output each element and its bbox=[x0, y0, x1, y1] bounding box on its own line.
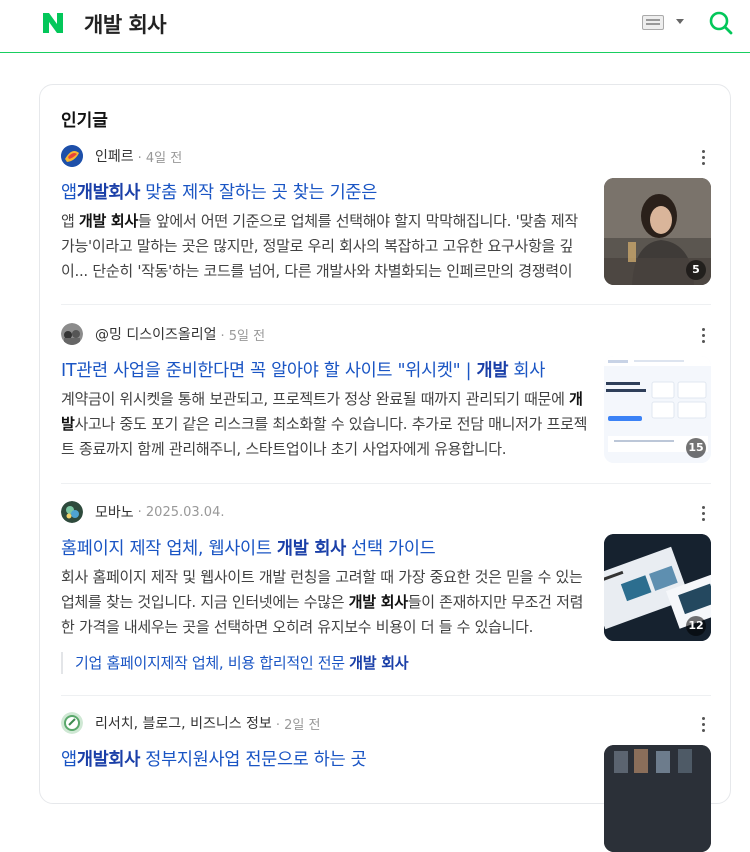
search-icon[interactable] bbox=[707, 9, 735, 37]
search-header: 개발 회사 bbox=[0, 0, 750, 53]
post-source[interactable]: @밍 디스이즈올리얼 · 5일 전 bbox=[61, 323, 265, 345]
post-time: · 5일 전 bbox=[220, 328, 266, 344]
post-source[interactable]: 리서치, 블로그, 비즈니스 정보 · 2일 전 bbox=[61, 712, 320, 734]
related-post-link[interactable]: 기업 홈페이지제작 업체, 비용 합리적인 전문 개발 회사 bbox=[61, 652, 409, 674]
image-count-badge: 5 bbox=[686, 260, 706, 280]
post-time: · 2025.03.04. bbox=[137, 504, 225, 520]
avatar[interactable] bbox=[61, 712, 83, 734]
post-title[interactable]: 앱개발회사 맞춤 제작 잘하는 곳 찾는 기준은 bbox=[61, 179, 591, 204]
post-item[interactable]: @밍 디스이즈올리얼 · 5일 전 IT관련 사업을 준비한다면 꼭 알아야 할… bbox=[61, 323, 711, 473]
more-options-icon[interactable] bbox=[695, 147, 711, 167]
source-name[interactable]: @밍 디스이즈올리얼 bbox=[95, 324, 217, 344]
post-item[interactable]: 리서치, 블로그, 비즈니스 정보 · 2일 전 앱개발회사 정부지원사업 전문… bbox=[61, 712, 711, 852]
search-query-text[interactable]: 개발 회사 bbox=[84, 9, 167, 39]
post-item[interactable]: 모바노 · 2025.03.04. 홈페이지 제작 업체, 웹사이트 개발 회사… bbox=[61, 501, 711, 681]
chevron-down-icon[interactable] bbox=[676, 19, 684, 24]
post-title[interactable]: 앱개발회사 정부지원사업 전문으로 하는 곳 bbox=[61, 746, 591, 771]
post-item[interactable]: 인페르 · 4일 전 앱개발회사 맞춤 제작 잘하는 곳 찾는 기준은 앱 개발… bbox=[61, 145, 711, 295]
source-name[interactable]: 모바노 bbox=[95, 502, 134, 522]
divider bbox=[61, 483, 711, 484]
post-description[interactable]: 앱 개발 회사들 앞에서 어떤 기준으로 업체를 선택해야 할지 막막해집니다.… bbox=[61, 209, 589, 284]
post-time: · 2일 전 bbox=[275, 717, 321, 733]
source-name[interactable]: 리서치, 블로그, 비즈니스 정보 bbox=[95, 713, 272, 733]
image-count-badge: 15 bbox=[686, 438, 706, 458]
post-title[interactable]: IT관련 사업을 준비한다면 꼭 알아야 할 사이트 "위시켓" | 개발 회사 bbox=[61, 357, 591, 382]
image-count-badge: 12 bbox=[686, 616, 706, 636]
post-time: · 4일 전 bbox=[137, 150, 183, 166]
divider bbox=[61, 304, 711, 305]
post-thumbnail[interactable]: 12 bbox=[604, 534, 711, 641]
more-options-icon[interactable] bbox=[695, 503, 711, 523]
post-source[interactable]: 모바노 · 2025.03.04. bbox=[61, 501, 224, 523]
keyboard-icon[interactable] bbox=[642, 15, 664, 30]
post-description[interactable]: 계약금이 위시켓을 통해 보관되고, 프로젝트가 정상 완료될 때까지 관리되기… bbox=[61, 387, 589, 462]
avatar[interactable] bbox=[61, 501, 83, 523]
post-title[interactable]: 홈페이지 제작 업체, 웹사이트 개발 회사 선택 가이드 bbox=[61, 535, 591, 560]
divider bbox=[61, 695, 711, 696]
avatar[interactable] bbox=[61, 323, 83, 345]
more-options-icon[interactable] bbox=[695, 714, 711, 734]
post-thumbnail[interactable] bbox=[604, 745, 711, 852]
popular-posts-card: 인기글 인페르 · 4일 전 앱개발회사 맞춤 제작 잘하는 곳 찾는 기준은 … bbox=[39, 84, 731, 852]
post-description[interactable]: 회사 홈페이지 제작 및 웹사이트 개발 런칭을 고려할 때 가장 중요한 것은… bbox=[61, 565, 589, 640]
post-thumbnail[interactable]: 15 bbox=[604, 356, 711, 463]
source-name[interactable]: 인페르 bbox=[95, 146, 134, 166]
naver-logo-icon[interactable] bbox=[41, 11, 65, 35]
more-options-icon[interactable] bbox=[695, 325, 711, 345]
post-thumbnail[interactable]: 5 bbox=[604, 178, 711, 285]
section-title: 인기글 bbox=[61, 111, 108, 131]
post-source[interactable]: 인페르 · 4일 전 bbox=[61, 145, 182, 167]
avatar[interactable] bbox=[61, 145, 83, 167]
